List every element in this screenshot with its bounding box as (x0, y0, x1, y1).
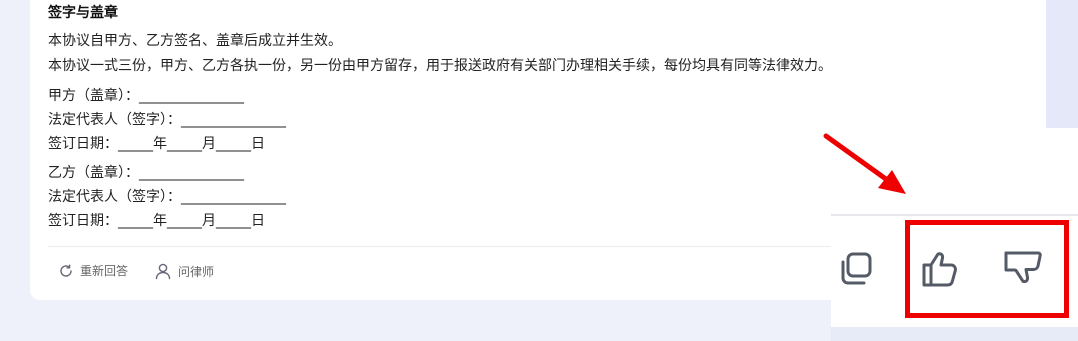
zoom-divider (831, 214, 1078, 216)
party-a-representative: 法定代表人（签字）：_______________ (48, 112, 286, 128)
party-a-date: 签订日期：_____年_____月_____日 (48, 136, 265, 152)
feedback-highlight-box (905, 220, 1069, 318)
ask-lawyer-label: 问律师 (178, 264, 215, 279)
party-b-date: 签订日期：_____年_____月_____日 (48, 213, 265, 229)
party-b-seal: 乙方（盖章）：_______________ (48, 165, 244, 181)
pointer-arrow-icon (820, 130, 920, 204)
ask-lawyer-button[interactable]: 问律师 (154, 262, 214, 280)
regenerate-label: 重新回答 (80, 264, 129, 278)
paragraph-copies: 本协议一式三份，甲方、乙方各执一份，另一份由甲方留存，用于报送政府有关部门办理相… (48, 58, 832, 74)
zoom-bottom-band (831, 327, 1078, 341)
copy-icon[interactable] (837, 250, 875, 292)
refresh-icon (58, 263, 74, 279)
section-title: 签字与盖章 (48, 5, 118, 21)
paragraph-effect: 本协议自甲方、乙方签名、盖章后成立并生效。 (48, 33, 342, 49)
regenerate-button[interactable]: 重新回答 (58, 262, 128, 279)
user-icon (154, 262, 172, 280)
party-a-seal: 甲方（盖章）：_______________ (48, 88, 244, 104)
party-b-representative: 法定代表人（签字）：_______________ (48, 189, 286, 205)
